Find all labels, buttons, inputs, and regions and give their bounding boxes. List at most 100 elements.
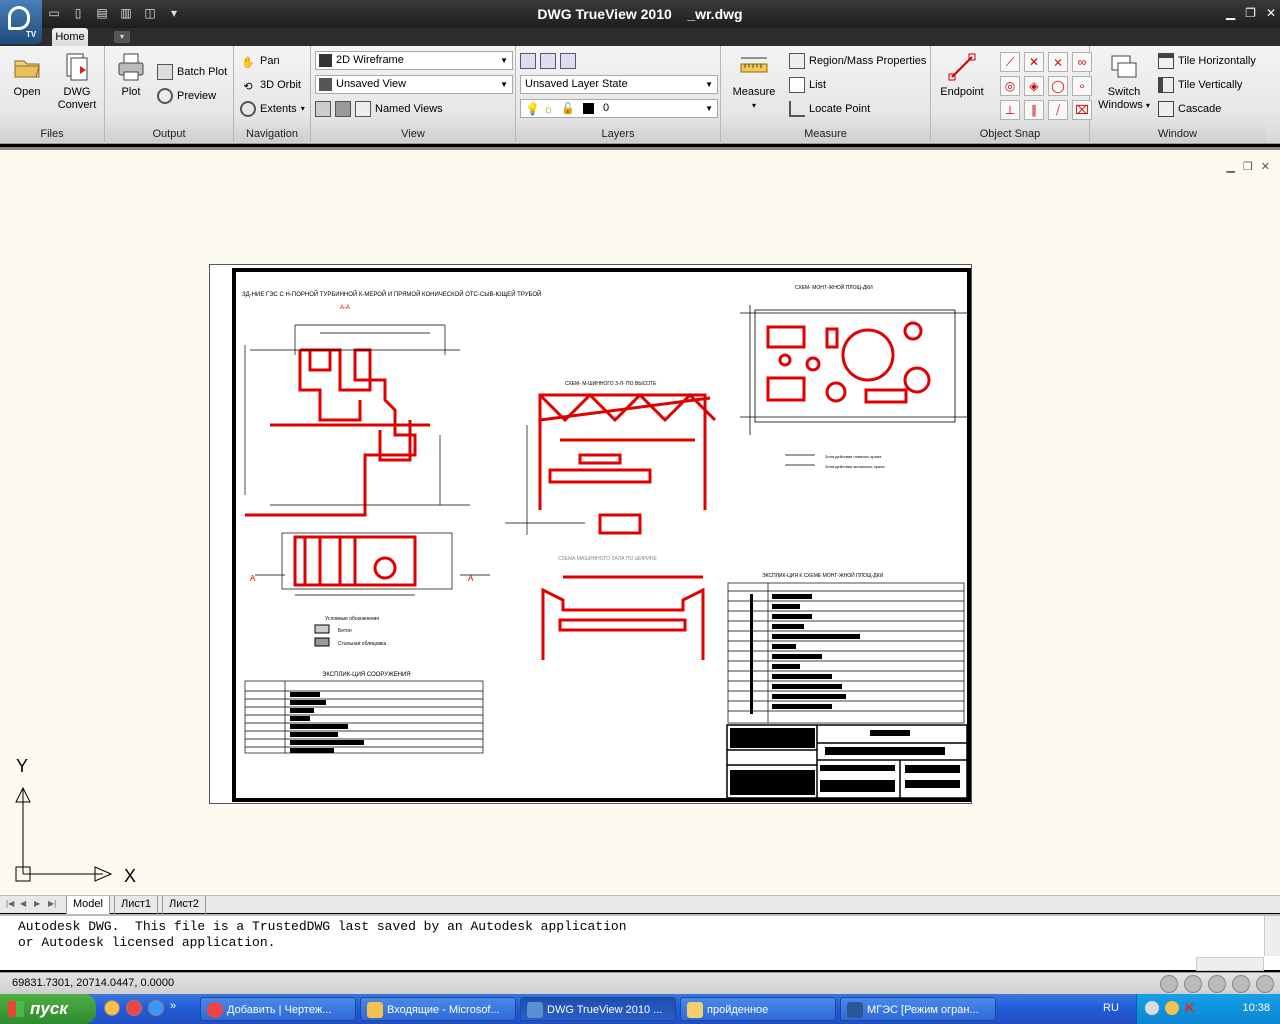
steering-wheel-icon[interactable]: [1208, 975, 1226, 993]
plot-button[interactable]: Plot: [111, 52, 151, 99]
next-layout-icon[interactable]: ▶: [34, 899, 44, 911]
start-button[interactable]: пуск: [0, 994, 96, 1024]
explication-2-fill: [750, 594, 860, 714]
pan-status-icon[interactable]: [1160, 975, 1178, 993]
tab-list1[interactable]: Лист1: [114, 896, 159, 914]
tray-app-icon[interactable]: [1165, 1001, 1179, 1015]
axis-y-label: Y: [16, 756, 28, 776]
tray-back-icon[interactable]: [1145, 1001, 1159, 1015]
layers-panel: Unsaved Layer State ▼ 💡 ☼ 🔓 0 ▼ Layers: [516, 46, 721, 144]
snap-apparent-intersection-icon[interactable]: ⨯: [1048, 52, 1068, 72]
layer-properties-icon[interactable]: [520, 53, 536, 69]
command-line[interactable]: Autodesk DWG. This file is a TrustedDWG …: [0, 914, 1280, 971]
clean-screen-icon[interactable]: [1256, 975, 1274, 993]
preview-button[interactable]: Preview: [157, 86, 216, 106]
snap-clear-icon[interactable]: ⌧: [1072, 100, 1092, 120]
tab-model[interactable]: Model: [66, 896, 110, 914]
region-mass-properties-button[interactable]: Region/Mass Properties: [789, 51, 926, 71]
snap-node-icon[interactable]: ∘: [1072, 76, 1092, 96]
current-layer-dropdown[interactable]: 💡 ☼ 🔓 0 ▼: [520, 99, 718, 118]
doc-minimize-icon[interactable]: ▁: [1226, 160, 1234, 173]
cascade-icon: [1158, 101, 1174, 117]
measure-button[interactable]: Measure ▾: [729, 52, 779, 112]
named-views-label: Named Views: [375, 103, 443, 115]
named-views-button[interactable]: Named Views: [315, 99, 443, 119]
measure-panel: Measure ▾ Region/Mass Properties List Lo…: [721, 46, 931, 144]
snap-intersection-icon[interactable]: ✕: [1024, 52, 1044, 72]
more-quicklaunch-icon[interactable]: »: [170, 1000, 176, 1016]
snap-extension-icon[interactable]: ∞: [1072, 52, 1092, 72]
view-3d-icon[interactable]: [335, 101, 351, 117]
measure-dropdown-icon[interactable]: ▾: [729, 99, 779, 112]
document-window-controls: ▁ ❐ ✕: [1226, 160, 1270, 173]
zoom-status-icon[interactable]: [1184, 975, 1202, 993]
doc-close-icon[interactable]: ✕: [1261, 160, 1270, 173]
view-cube-icon[interactable]: [315, 101, 331, 117]
snap-parallel-icon[interactable]: ∥: [1024, 100, 1044, 120]
switch-windows-dropdown-icon[interactable]: ▾: [1146, 101, 1150, 110]
snap-tangent-icon[interactable]: ◯: [1048, 76, 1068, 96]
height-scheme-title: СХЕМ- М-ШИННОГО З-Л- ПО ВЫСОТЕ: [565, 381, 657, 387]
prev-layout-icon[interactable]: ◀: [20, 899, 30, 911]
browser-icon[interactable]: [104, 1000, 120, 1016]
measure-label: Measure: [732, 86, 776, 98]
3d-orbit-button[interactable]: ⟲ 3D Orbit: [240, 75, 301, 95]
extents-dropdown-icon[interactable]: ▾: [301, 99, 305, 119]
command-horizontal-scrollbar[interactable]: [1196, 957, 1264, 971]
switch-windows-button[interactable]: Switch Windows ▾: [1096, 52, 1152, 112]
task-button-4[interactable]: пройденное: [680, 997, 836, 1021]
command-scrollbar[interactable]: [1264, 916, 1280, 956]
chrome-icon[interactable]: [126, 1000, 142, 1016]
locate-point-button[interactable]: Locate Point: [789, 99, 870, 119]
doc-restore-icon[interactable]: ❐: [1243, 160, 1253, 173]
snap-nearest-icon[interactable]: ⧸: [1048, 100, 1068, 120]
pan-button[interactable]: ✋ Pan: [240, 51, 280, 71]
antivirus-icon[interactable]: K: [1185, 1000, 1194, 1015]
dropdown-arrow-icon: ▼: [705, 104, 713, 113]
drawing-canvas[interactable]: ▁ ❐ ✕ ЗД-НИЕ ГЭС С Н-ПОРНОЙ ТУРБИННОЙ К-…: [0, 147, 1280, 895]
batch-plot-button[interactable]: Batch Plot: [157, 62, 227, 82]
task-button-5[interactable]: МГЭС [Режим огран...: [840, 997, 996, 1021]
layer-state-dropdown[interactable]: Unsaved Layer State ▼: [520, 75, 718, 94]
dwg-convert-button[interactable]: DWG Convert: [52, 52, 102, 112]
close-icon[interactable]: ✕: [1266, 6, 1276, 20]
snap-midpoint-icon[interactable]: ⟋: [1000, 52, 1020, 72]
saved-view-dropdown[interactable]: Unsaved View ▼: [315, 75, 513, 94]
snap-quadrant-icon[interactable]: ◈: [1024, 76, 1044, 96]
list-button[interactable]: List: [789, 75, 826, 95]
task-label-1: Добавить | Чертеж...: [227, 1004, 332, 1016]
named-views-icon: [355, 101, 371, 117]
last-layout-icon[interactable]: ▶|: [48, 899, 58, 911]
ribbon-minimize-dropdown-icon[interactable]: ▾: [114, 31, 130, 43]
tab-home[interactable]: Home: [52, 28, 88, 46]
region-mass-icon: [789, 53, 805, 69]
pan-label: Pan: [260, 55, 280, 67]
snap-perpendicular-icon[interactable]: ⊥: [1000, 100, 1020, 120]
layer-unisolate-icon[interactable]: [560, 53, 576, 69]
layer-isolate-icon[interactable]: [540, 53, 556, 69]
task-button-3[interactable]: DWG TrueView 2010 ...: [520, 997, 676, 1021]
cascade-button[interactable]: Cascade: [1158, 99, 1221, 119]
tile-vertically-button[interactable]: Tile Vertically: [1158, 75, 1242, 95]
ie-icon[interactable]: [148, 1000, 164, 1016]
maximize-icon[interactable]: ❐: [1245, 6, 1256, 20]
endpoint-button[interactable]: Endpoint: [937, 52, 987, 99]
showmotion-icon[interactable]: [1232, 975, 1250, 993]
tab-list2[interactable]: Лист2: [162, 896, 207, 914]
task-button-2[interactable]: Входящие - Microsof...: [360, 997, 516, 1021]
layout-tabs-bar: |◀ ◀ ▶ ▶| Model Лист1 Лист2: [0, 895, 1280, 914]
assembly-area-objects: [766, 321, 931, 404]
snap-center-icon[interactable]: ◎: [1000, 76, 1020, 96]
extents-button[interactable]: Extents ▾: [240, 99, 305, 119]
language-indicator[interactable]: RU: [1103, 1002, 1119, 1014]
visual-style-dropdown[interactable]: 2D Wireframe ▼: [315, 51, 513, 70]
legend-title: Условные обозначения: [325, 616, 379, 622]
ribbon: Open DWG Convert Files Plot Batch Plot P…: [0, 46, 1280, 144]
task-button-1[interactable]: Добавить | Чертеж...: [200, 997, 356, 1021]
tile-horizontally-button[interactable]: Tile Horizontally: [1158, 51, 1256, 71]
open-button[interactable]: Open: [6, 52, 48, 99]
application-menu-button[interactable]: TV: [0, 0, 42, 44]
minimize-icon[interactable]: ▁: [1226, 6, 1235, 20]
assembly-area-frame: [740, 305, 970, 435]
first-layout-icon[interactable]: |◀: [6, 899, 16, 911]
